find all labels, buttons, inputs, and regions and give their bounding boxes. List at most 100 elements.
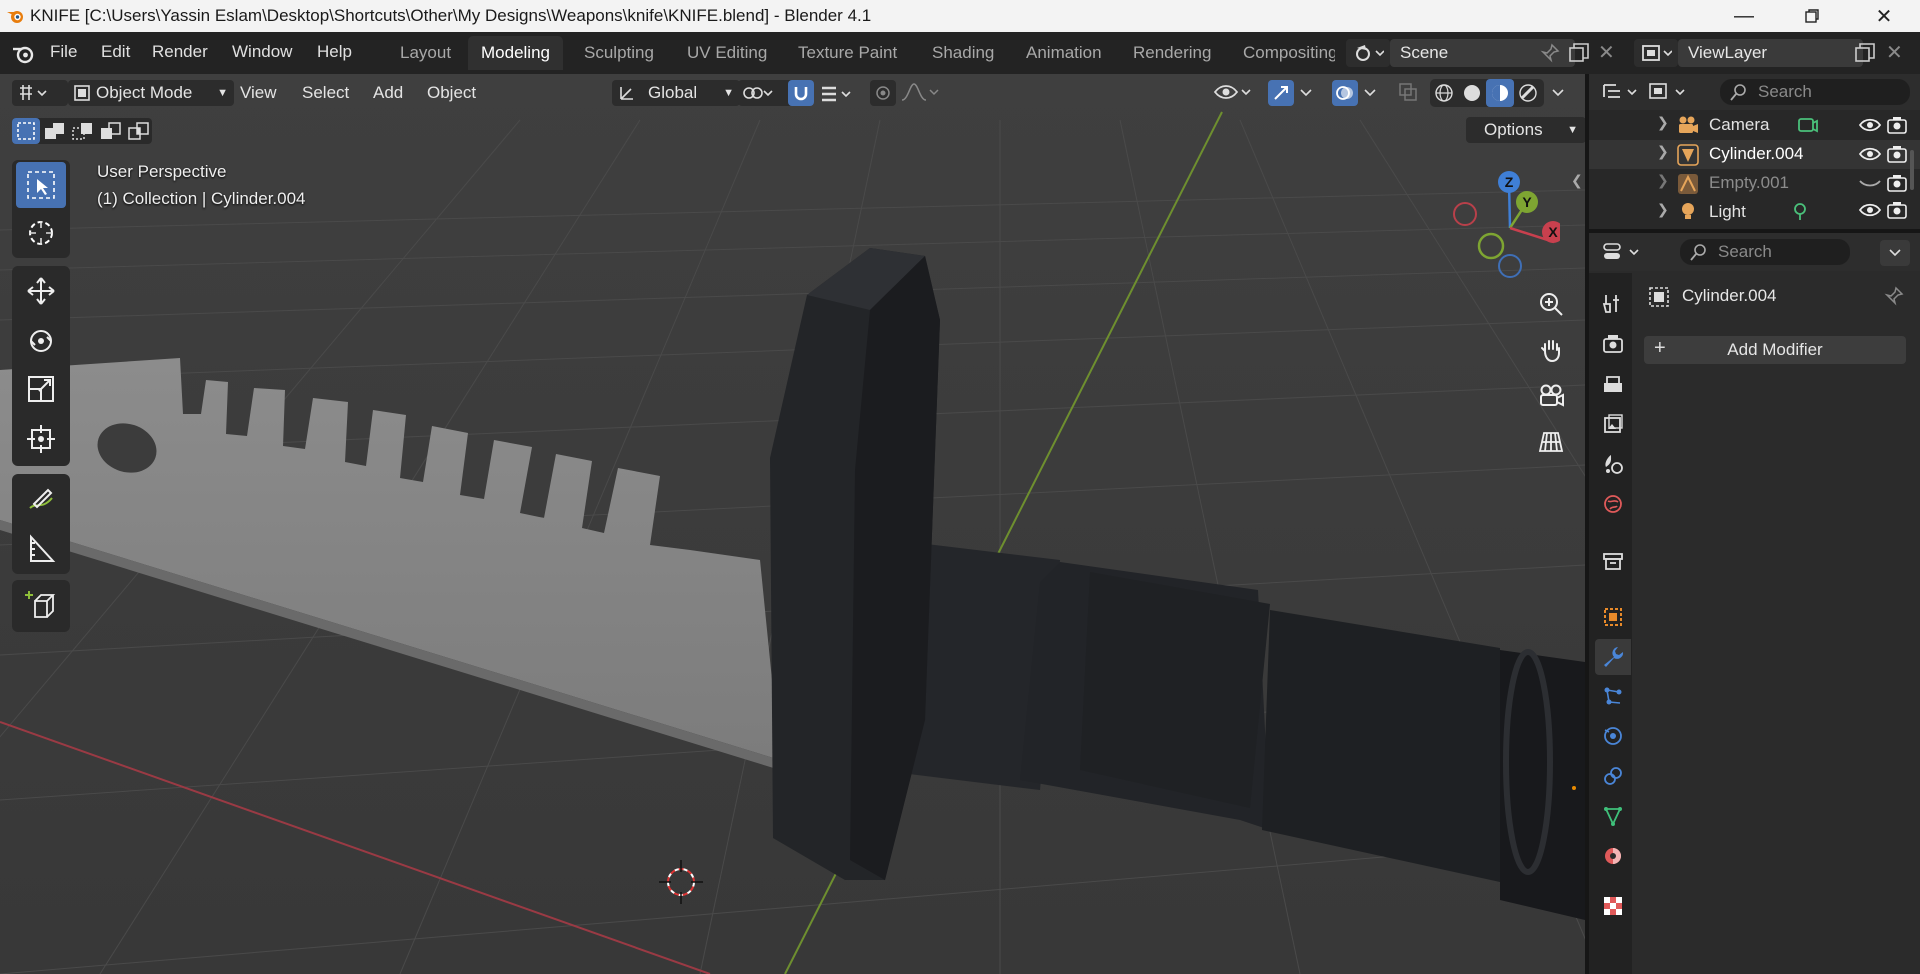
snap-target-dropdown[interactable] xyxy=(818,80,856,106)
menu-edit[interactable]: Edit xyxy=(101,42,130,62)
tool-icon[interactable] xyxy=(1595,285,1631,321)
snap-toggle[interactable] xyxy=(788,80,814,106)
editor-type-button[interactable] xyxy=(12,80,68,106)
display-mode-icon[interactable] xyxy=(1648,82,1692,102)
properties-search-field[interactable]: Search xyxy=(1680,239,1850,265)
new-scene-icon[interactable] xyxy=(1568,42,1590,64)
ortho-perspective-icon[interactable] xyxy=(1531,422,1571,462)
3d-viewport[interactable] xyxy=(0,74,1585,974)
area-divider[interactable] xyxy=(1589,229,1920,233)
menu-view[interactable]: View xyxy=(240,80,277,106)
tab-layout[interactable]: Layout xyxy=(387,36,464,70)
chevron-down-icon[interactable] xyxy=(1298,84,1314,100)
proportional-editing-toggle[interactable] xyxy=(870,80,896,106)
material-preview-shading-icon[interactable] xyxy=(1486,79,1514,107)
gizmo-toggle[interactable] xyxy=(1268,80,1294,106)
eye-icon[interactable] xyxy=(1859,117,1881,133)
properties-editor-type-icon[interactable] xyxy=(1602,241,1642,263)
output-icon[interactable] xyxy=(1595,366,1631,402)
camera-data-icon[interactable] xyxy=(1797,115,1819,137)
wireframe-shading-icon[interactable] xyxy=(1434,83,1454,103)
blender-menu-icon[interactable] xyxy=(12,44,36,64)
camera-view-icon[interactable] xyxy=(1531,376,1571,416)
tab-sculpting[interactable]: Sculpting xyxy=(571,36,667,70)
tab-compositing[interactable]: Compositing xyxy=(1230,36,1335,70)
menu-add[interactable]: Add xyxy=(373,80,403,106)
tab-texture-paint[interactable]: Texture Paint xyxy=(785,36,910,70)
delete-scene-icon[interactable]: ✕ xyxy=(1598,40,1615,65)
object-icon[interactable] xyxy=(1595,599,1631,635)
scale-tool[interactable] xyxy=(16,366,66,412)
pivot-point-dropdown[interactable] xyxy=(738,80,794,106)
measure-tool[interactable] xyxy=(16,526,66,572)
outliner-row-light[interactable]: ❯ Light xyxy=(1589,198,1920,224)
data-icon[interactable] xyxy=(1595,798,1631,834)
transform-tool[interactable] xyxy=(16,416,66,462)
select-invert-icon[interactable] xyxy=(100,122,122,140)
overlays-toggle[interactable] xyxy=(1332,80,1358,106)
area-divider[interactable] xyxy=(1585,74,1589,974)
proportional-falloff-icon[interactable] xyxy=(900,82,942,102)
options-dropdown[interactable]: Options ▼ xyxy=(1466,117,1586,143)
mode-dropdown[interactable]: Object Mode ▼ xyxy=(68,80,234,106)
menu-help[interactable]: Help xyxy=(317,42,352,62)
select-subtract-icon[interactable] xyxy=(72,122,94,140)
eye-icon[interactable] xyxy=(1859,146,1881,162)
outliner-row-empty[interactable]: ❯ Empty.001 xyxy=(1589,169,1920,198)
render-camera-icon[interactable] xyxy=(1887,145,1907,163)
render-camera-icon[interactable] xyxy=(1887,116,1907,134)
expand-arrow-icon[interactable]: ❯ xyxy=(1657,172,1669,189)
view-layer-name-field[interactable]: ViewLayer xyxy=(1678,39,1863,67)
zoom-icon[interactable] xyxy=(1531,284,1571,324)
properties-options-dropdown[interactable] xyxy=(1880,240,1910,266)
collection-icon[interactable] xyxy=(1595,543,1631,579)
tab-shading[interactable]: Shading xyxy=(919,36,1007,70)
pan-hand-icon[interactable] xyxy=(1531,330,1571,370)
menu-file[interactable]: File xyxy=(50,42,77,62)
xray-toggle-icon[interactable] xyxy=(1398,82,1418,102)
pin-icon[interactable] xyxy=(1540,43,1560,63)
light-data-icon[interactable] xyxy=(1789,200,1811,222)
pin-icon[interactable] xyxy=(1884,286,1904,306)
outliner-row-cylinder[interactable]: ❯ Cylinder.004 xyxy=(1589,140,1920,169)
view-layer-browse-button[interactable] xyxy=(1634,39,1678,67)
render-icon[interactable] xyxy=(1595,326,1631,362)
particles-icon[interactable] xyxy=(1595,678,1631,714)
menu-object[interactable]: Object xyxy=(427,80,476,106)
eye-closed-icon[interactable] xyxy=(1859,175,1881,191)
render-camera-icon[interactable] xyxy=(1887,174,1907,192)
select-box-tool[interactable] xyxy=(16,162,66,208)
annotate-tool[interactable] xyxy=(16,476,66,522)
new-view-layer-icon[interactable] xyxy=(1854,42,1876,64)
eye-icon[interactable] xyxy=(1859,202,1881,218)
select-intersect-icon[interactable] xyxy=(128,122,150,140)
restore-icon[interactable] xyxy=(1784,0,1840,32)
visibility-dropdown-icon[interactable] xyxy=(1213,80,1253,104)
move-tool[interactable] xyxy=(16,268,66,314)
tab-uv-editing[interactable]: UV Editing xyxy=(674,36,780,70)
outliner-row-camera[interactable]: ❯ Camera xyxy=(1589,111,1920,140)
expand-arrow-icon[interactable]: ❯ xyxy=(1657,143,1669,160)
delete-view-layer-icon[interactable]: ✕ xyxy=(1886,40,1903,65)
menu-window[interactable]: Window xyxy=(232,42,292,62)
tab-rendering[interactable]: Rendering xyxy=(1120,36,1224,70)
sidebar-toggle-icon[interactable]: ❮ xyxy=(1571,172,1583,189)
solid-shading-icon[interactable] xyxy=(1462,83,1482,103)
physics-icon[interactable] xyxy=(1595,718,1631,754)
scene-browse-button[interactable] xyxy=(1346,39,1390,67)
navigation-gizmo[interactable]: Z Y X xyxy=(1440,168,1560,284)
constraints-icon[interactable] xyxy=(1595,758,1631,794)
select-extend-icon[interactable] xyxy=(44,122,66,140)
material-icon[interactable] xyxy=(1595,838,1631,874)
texture-icon[interactable] xyxy=(1595,888,1631,924)
outliner-scrollbar[interactable] xyxy=(1910,150,1914,190)
rotate-tool[interactable] xyxy=(16,318,66,364)
minimize-icon[interactable]: — xyxy=(1716,0,1772,32)
outliner-editor-type-icon[interactable] xyxy=(1602,82,1640,102)
render-camera-icon[interactable] xyxy=(1887,201,1907,219)
chevron-down-icon[interactable] xyxy=(1362,84,1378,100)
add-modifier-button[interactable]: + Add Modifier xyxy=(1644,336,1906,364)
add-cube-tool[interactable] xyxy=(16,582,66,628)
viewport-scene[interactable] xyxy=(0,74,1585,974)
tab-animation[interactable]: Animation xyxy=(1013,36,1115,70)
